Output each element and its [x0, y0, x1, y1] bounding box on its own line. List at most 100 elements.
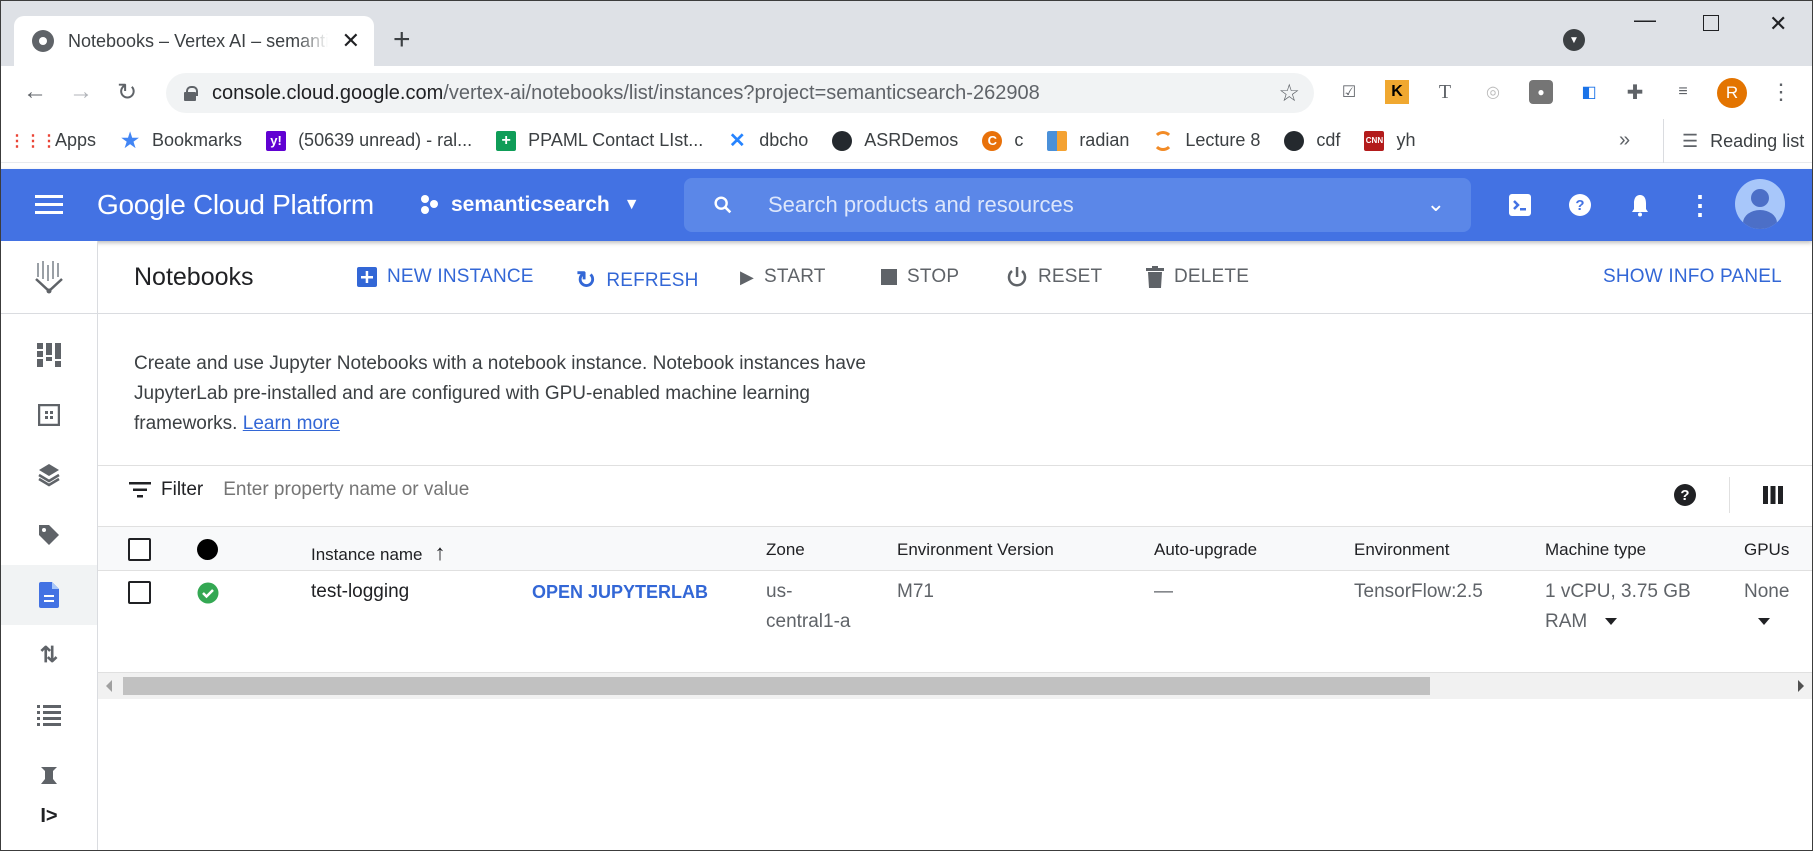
user-avatar[interactable]: [1735, 179, 1785, 229]
sort-ascending-icon[interactable]: ↑: [435, 540, 446, 565]
gcp-logo-title[interactable]: Google Cloud Platform: [97, 189, 374, 221]
sidebar-item-dashboard[interactable]: [1, 325, 97, 385]
bookmark-yh[interactable]: CNN yh: [1364, 130, 1415, 151]
github-icon: [1284, 130, 1305, 151]
open-jupyterlab-link[interactable]: OPEN JUPYTERLAB: [532, 577, 708, 607]
more-options-icon[interactable]: ⋮: [1686, 190, 1714, 220]
forward-icon[interactable]: →: [69, 78, 93, 106]
reset-button[interactable]: RESET: [1006, 266, 1102, 288]
column-header-instance-name[interactable]: Instance name ↑: [311, 540, 446, 566]
bookmark-label: c: [1014, 130, 1024, 150]
filter-icon: [129, 482, 151, 498]
new-tab-button[interactable]: +: [393, 23, 411, 57]
sidebar-item-training[interactable]: [1, 685, 97, 745]
bookmark-c[interactable]: Cc: [982, 130, 1023, 151]
bookmark-cdf[interactable]: cdf: [1284, 130, 1340, 151]
tab-search-icon[interactable]: ▼: [1563, 29, 1585, 51]
column-header-machine-type[interactable]: Machine type: [1545, 540, 1646, 560]
status-running-check-icon: [197, 582, 219, 609]
scrollbar-thumb[interactable]: [123, 677, 1430, 695]
horizontal-scrollbar[interactable]: [98, 673, 1812, 699]
machine-type-value[interactable]: 1 vCPU, 3.75 GB RAM: [1545, 577, 1705, 637]
learn-more-link[interactable]: Learn more: [243, 413, 340, 434]
svg-text:?: ?: [1680, 487, 1689, 504]
tag-extension-icon[interactable]: ◧: [1577, 80, 1601, 104]
delete-button[interactable]: DELETE: [1146, 266, 1249, 288]
gpus-dropdown-icon[interactable]: [1758, 618, 1770, 626]
bookmark-radian[interactable]: radian: [1047, 130, 1129, 151]
reload-icon[interactable]: ↻: [117, 78, 137, 107]
stop-button[interactable]: STOP: [881, 266, 959, 288]
bookmark-dbcho[interactable]: ✕ dbcho: [727, 130, 808, 152]
maximize-icon[interactable]: [1703, 15, 1719, 31]
bookmark-yahoo-mail[interactable]: y! (50639 unread) - ral...: [266, 130, 472, 151]
filter-label: Filter: [161, 479, 204, 500]
machine-type-dropdown-icon[interactable]: [1604, 618, 1617, 626]
lightbulb-extension-icon[interactable]: ●: [1529, 80, 1553, 104]
checklist-extension-icon[interactable]: ☑: [1337, 80, 1361, 104]
help-icon[interactable]: ?: [1566, 191, 1594, 219]
sidebar-item-pipelines[interactable]: ⇅: [1, 625, 97, 685]
sidebar-item-labeling[interactable]: [1, 505, 97, 565]
bookmark-ppaml[interactable]: + PPAML Contact LIst...: [496, 130, 703, 151]
bookmark-lecture-8[interactable]: Lecture 8: [1153, 130, 1260, 151]
back-icon[interactable]: ←: [23, 78, 47, 106]
column-header-auto-upgrade[interactable]: Auto-upgrade: [1154, 540, 1257, 560]
reset-label: RESET: [1038, 266, 1103, 287]
k-extension-icon[interactable]: K: [1385, 80, 1409, 104]
bookmark-label: Lecture 8: [1185, 130, 1261, 150]
notifications-bell-icon[interactable]: [1626, 191, 1654, 219]
gpus-value[interactable]: None: [1744, 577, 1804, 637]
search-bar[interactable]: Search products and resources ⌄: [684, 178, 1471, 232]
address-bar[interactable]: console.cloud.google.com/vertex-ai/noteb…: [166, 73, 1314, 113]
sheets-icon: +: [496, 130, 517, 151]
start-label: START: [764, 266, 826, 287]
circle-extension-icon[interactable]: ◎: [1481, 80, 1505, 104]
bookmark-label: PPAML Contact LIst...: [528, 130, 704, 150]
close-window-icon[interactable]: ✕: [1769, 11, 1787, 37]
browser-tab[interactable]: Notebooks – Vertex AI – semanticsearch ✕: [14, 16, 374, 66]
start-button[interactable]: ▶ START: [740, 266, 826, 288]
hamburger-menu-icon[interactable]: [35, 195, 63, 215]
close-tab-icon[interactable]: ✕: [342, 28, 360, 54]
profile-avatar[interactable]: R: [1717, 78, 1747, 108]
filter-help-icon[interactable]: ?: [1673, 483, 1697, 512]
bookmark-apps[interactable]: ⋮⋮⋮ Apps: [9, 130, 96, 151]
reading-list-button[interactable]: ☰ Reading list: [1663, 119, 1804, 163]
bookmark-asrdemos[interactable]: ASRDemos: [832, 130, 958, 151]
bookmark-bookmarks[interactable]: ★ Bookmarks: [120, 130, 242, 152]
environment-value: TensorFlow:2.5: [1354, 581, 1483, 602]
row-checkbox[interactable]: [128, 581, 151, 604]
instance-name[interactable]: test-logging: [311, 577, 409, 607]
new-instance-button[interactable]: NEW INSTANCE: [357, 266, 534, 288]
media-control-icon[interactable]: ≡: [1671, 80, 1695, 104]
sidebar-item-features[interactable]: [1, 445, 97, 505]
refresh-button[interactable]: ↻ REFRESH: [576, 266, 699, 295]
svg-text:?: ?: [1575, 197, 1584, 214]
cloud-shell-icon[interactable]: [1506, 191, 1534, 219]
bookmark-star-icon[interactable]: ☆: [1278, 79, 1300, 108]
column-header-environment[interactable]: Environment: [1354, 540, 1449, 560]
lock-icon: [184, 86, 198, 101]
search-expand-chevron-icon[interactable]: ⌄: [1427, 191, 1445, 217]
filter-input[interactable]: [223, 479, 724, 501]
sidebar-item-notebooks[interactable]: [1, 565, 97, 625]
scroll-left-arrow-icon[interactable]: [106, 680, 112, 692]
t-extension-icon[interactable]: T: [1433, 80, 1457, 104]
vertex-ai-logo-icon[interactable]: [1, 241, 97, 314]
collapse-sidebar-icon[interactable]: I>: [1, 786, 97, 846]
bookmarks-overflow-button[interactable]: »: [1619, 129, 1630, 152]
project-selector[interactable]: semanticsearch ▼: [421, 193, 640, 217]
column-header-zone[interactable]: Zone: [766, 540, 805, 560]
extensions-puzzle-icon[interactable]: ✚: [1623, 80, 1647, 104]
column-header-gpus[interactable]: GPUs: [1744, 540, 1789, 560]
scroll-right-arrow-icon[interactable]: [1798, 680, 1804, 692]
label-tag-icon: [39, 525, 59, 545]
show-info-panel-button[interactable]: SHOW INFO PANEL: [1603, 266, 1782, 288]
column-display-options-icon[interactable]: [1763, 486, 1783, 509]
sidebar-item-datasets[interactable]: [1, 385, 97, 445]
chrome-menu-icon[interactable]: ⋮: [1769, 79, 1793, 104]
column-header-environment-version[interactable]: Environment Version: [897, 540, 1054, 560]
minimize-icon[interactable]: —: [1634, 7, 1656, 33]
select-all-checkbox[interactable]: [128, 538, 151, 561]
